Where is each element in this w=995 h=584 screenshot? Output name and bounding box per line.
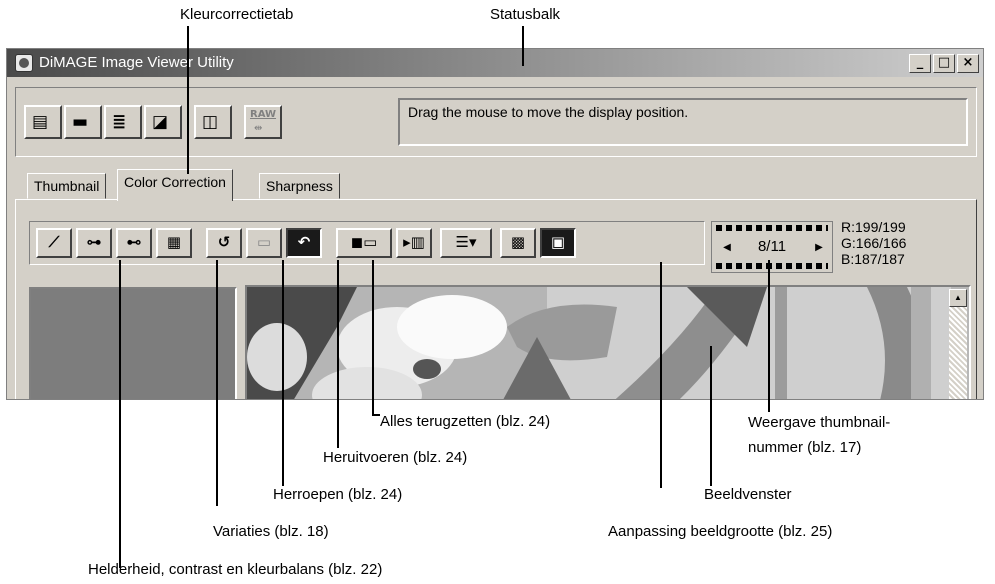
tab-thumbnail[interactable]: Thumbnail [27,173,107,199]
callout-thumb-number-2: nummer (blz. 17) [748,439,862,456]
raw-button[interactable]: RAW ⇹ [244,105,282,139]
undo-button[interactable]: ↺ [206,228,242,258]
next-image-button[interactable]: ▶ [812,240,826,256]
leader-color-tab [187,26,189,174]
rgb-readout-g: G:166/166 [841,235,907,251]
callout-undo: Herroepen (blz. 24) [273,486,403,503]
color-correction-toolbar: ⟋ ⊶ ⊷ ▦ ↺ ▭ ↶ ◼▭ ▸▥ ☰▾ ▩ ▣ [29,221,705,265]
rgb-readout-r: R:199/199 [841,219,906,235]
color-slider-icon: ⊷ [126,233,142,251]
window-title: DiMAGE Image Viewer Utility [39,54,234,71]
leader-statusbar [522,26,524,66]
batch-icon: ≣ [112,112,127,132]
convert-button[interactable]: ◪ [144,105,182,139]
save-corrected-button[interactable]: ▬ [64,105,102,139]
background-button[interactable]: ▩ [500,228,536,258]
callout-variations: Variaties (blz. 18) [213,523,329,540]
save-icon: ▤ [32,112,49,132]
list-dropdown-icon: ☰▾ [455,233,477,251]
thumbnail-counter: ◀ 8/11 ▶ [711,221,833,273]
leader-reset-h [372,414,380,416]
curve-icon: ⟋ [48,233,60,251]
prev-image-button[interactable]: ◀ [720,240,734,256]
leader-brightness [119,260,121,568]
thumbnail-preview [29,287,237,399]
rgb-readout-b: B:187/187 [841,251,905,267]
triangle-up-icon: ▲ [954,293,962,302]
maximize-button[interactable]: □ [933,54,955,73]
app-icon [15,54,33,72]
camera-frame-icon: ◼▭ [350,233,378,251]
tab-color-correction[interactable]: Color Correction [117,169,233,201]
camera-settings-button[interactable]: ◫ [194,105,232,139]
save-corrected-icon: ▬ [72,112,89,132]
film-strip-top [716,225,828,231]
leader-thumb-number [768,260,770,412]
color-balance-button[interactable]: ⊷ [116,228,152,258]
brightness-contrast-button[interactable]: ⊶ [76,228,112,258]
callout-brightness: Helderheid, contrast en kleurbalans (blz… [88,561,383,578]
leader-reset [372,260,374,416]
status-bar: Drag the mouse to move the display posit… [398,98,968,146]
flower-image [247,287,951,399]
tab-sharpness[interactable]: Sharpness [259,173,340,199]
undo-icon: ↺ [217,233,231,251]
main-toolbar: ▤ ▬ ≣ ◪ ◫ RAW ⇹ Drag the mouse to move t… [15,87,977,157]
convert-icon: ◪ [152,112,169,132]
leader-image-size [660,262,662,488]
variations-button[interactable]: ▦ [156,228,192,258]
callout-image-window: Beeldvenster [704,486,792,503]
callout-color-tab: Kleurcorrectietab [180,6,294,23]
background-icon: ▩ [510,233,526,251]
callout-statusbar: Statusbalk [490,6,561,23]
title-bar: DiMAGE Image Viewer Utility _ □ × [7,49,983,77]
leader-undo [282,260,284,486]
raw-slider-icon: ⇹ [254,123,263,134]
thumbnail-number: 8/11 [757,238,787,255]
redo-icon: ▭ [256,233,272,251]
raw-label: RAW [250,109,277,120]
tone-curve-button[interactable]: ⟋ [36,228,72,258]
reset-icon: ↶ [297,233,311,251]
snapshot-button[interactable]: ◼▭ [336,228,392,258]
callout-thumb-number-1: Weergave thumbnail- [748,414,891,431]
options-dropdown-button[interactable]: ☰▾ [440,228,492,258]
scroll-up-button[interactable]: ▲ [949,289,967,307]
save-batch-button[interactable]: ≣ [104,105,142,139]
save-image-button[interactable]: ▤ [24,105,62,139]
callout-image-size: Aanpassing beeldgrootte (blz. 25) [608,523,833,540]
minimize-button[interactable]: _ [909,54,931,73]
redo-button[interactable]: ▭ [246,228,282,258]
callout-reset-all: Alles terugzetten (blz. 24) [380,413,551,430]
compare-button[interactable]: ▸▥ [396,228,432,258]
grid-icon: ▦ [166,233,182,251]
close-button[interactable]: × [957,54,979,73]
leader-variations [216,260,218,506]
reset-all-button[interactable]: ↶ [286,228,322,258]
camera-icon: ◫ [202,112,219,132]
image-window[interactable]: ▲ [245,285,971,399]
brightness-slider-icon: ⊶ [86,233,102,251]
image-size-button[interactable]: ▣ [540,228,576,258]
callout-redo: Heruitvoeren (blz. 24) [323,449,468,466]
fit-icon: ▣ [550,233,566,251]
compare-icon: ▸▥ [403,233,425,251]
leader-image-window [710,346,712,486]
leader-redo [337,260,339,448]
film-strip-bottom [716,263,828,269]
app-window: DiMAGE Image Viewer Utility _ □ × ▤ ▬ ≣ … [6,48,984,400]
vertical-scrollbar[interactable] [949,307,967,399]
